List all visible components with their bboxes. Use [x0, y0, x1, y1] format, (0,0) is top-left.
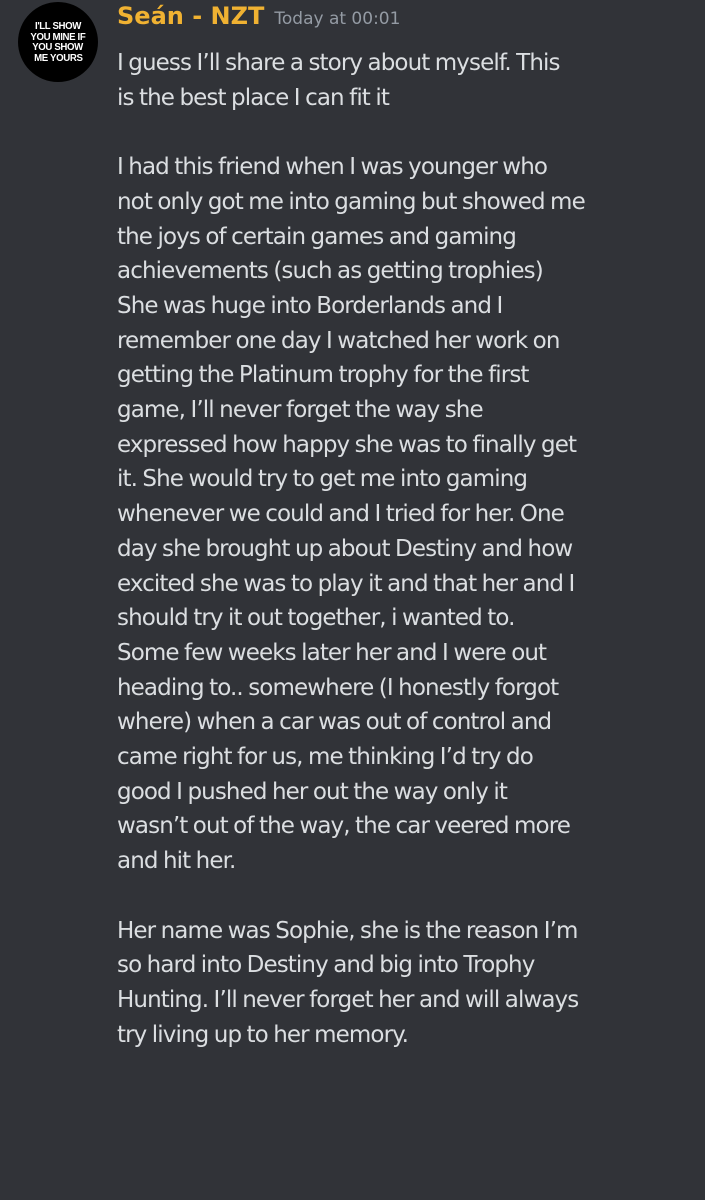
- chat-message: I'LL SHOW YOU MINE IF YOU SHOW ME YOURS …: [0, 0, 705, 1200]
- message-content: I guess I’ll share a story about myself.…: [117, 46, 697, 1052]
- message-paragraph: I guess I’ll share a story about myself.…: [117, 50, 560, 111]
- message-header: Seán - NZT Today at 00:01: [117, 2, 400, 36]
- avatar[interactable]: I'LL SHOW YOU MINE IF YOU SHOW ME YOURS: [18, 2, 98, 82]
- timestamp: Today at 00:01: [274, 9, 401, 29]
- message-paragraph: I had this friend when I was younger who…: [117, 154, 586, 875]
- message-paragraph: Her name was Sophie, she is the reason I…: [117, 917, 579, 1048]
- username[interactable]: Seán - NZT: [117, 2, 264, 30]
- avatar-text-line: ME YOURS: [33, 51, 83, 64]
